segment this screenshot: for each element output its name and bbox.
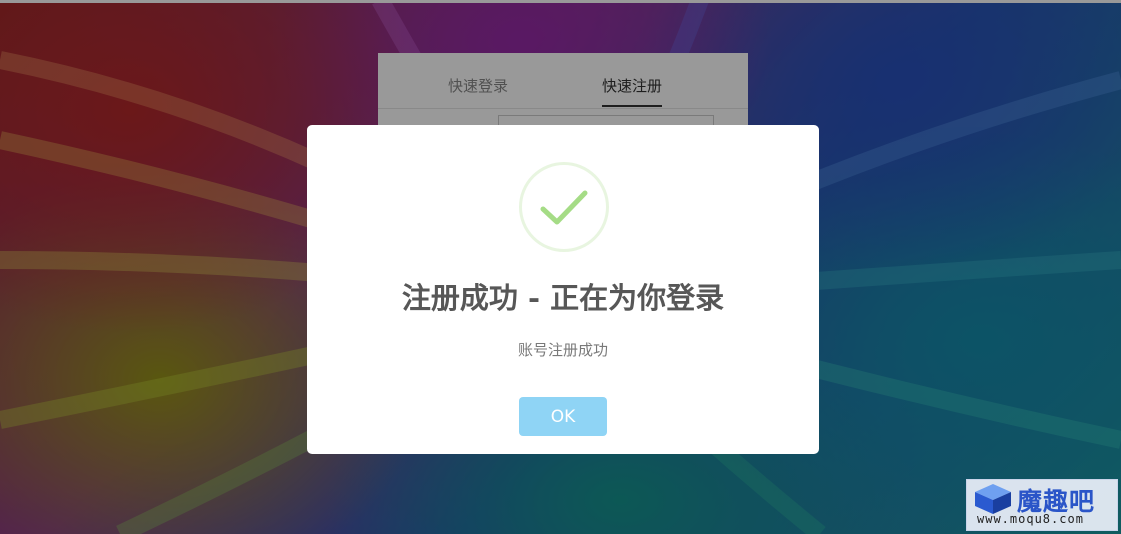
ok-button[interactable]: OK <box>519 397 607 436</box>
success-check-icon <box>519 162 609 252</box>
cube-logo-icon <box>975 484 1011 514</box>
alert-title: 注册成功 - 正在为你登录 <box>401 281 725 315</box>
success-alert-dialog: 注册成功 - 正在为你登录 账号注册成功 OK <box>307 125 819 454</box>
alert-message: 账号注册成功 <box>517 341 608 359</box>
watermark-url: www.moqu8.com <box>977 512 1084 526</box>
site-watermark: 魔趣吧 www.moqu8.com <box>966 479 1118 531</box>
